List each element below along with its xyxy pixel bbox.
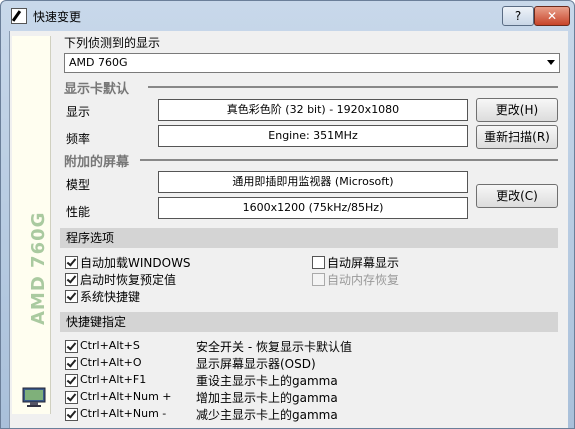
display-value-field: 真色彩色阶 (32 bit) - 1920x1080 — [158, 99, 468, 121]
checkbox-hotkey-decrease-gamma[interactable] — [65, 408, 78, 421]
frequency-value-field: Engine: 351MHz — [158, 125, 468, 147]
adapter-group-divider — [148, 86, 558, 88]
detected-label: 下列侦测到的显示 — [64, 36, 161, 50]
change-screen-button[interactable]: 更改(C) — [476, 184, 558, 208]
display-select-value: AMD 760G — [69, 56, 128, 69]
checkbox-autoload-windows[interactable] — [65, 256, 78, 269]
auto-osd-label: 自动屏幕显示 — [327, 256, 400, 270]
hotkey-description: 增加主显示卡上的gamma — [196, 391, 338, 405]
hotkey-description: 重设主显示卡上的gamma — [196, 374, 338, 388]
checkbox-restore-defaults[interactable] — [65, 273, 78, 286]
program-options-header: 程序选项 — [60, 228, 558, 248]
adapter-group-label: 显示卡默认 — [64, 82, 130, 97]
change-display-button[interactable]: 更改(H) — [476, 98, 558, 122]
performance-label: 性能 — [66, 205, 91, 219]
restore-defaults-label: 启动时恢复预定值 — [80, 273, 177, 287]
checkbox-hotkey-reset-gamma[interactable] — [65, 374, 78, 387]
checkbox-auto-memory-restore[interactable] — [312, 273, 325, 286]
performance-value-field: 1600x1200 (75kHz/85Hz) — [158, 197, 468, 219]
model-label: 模型 — [66, 178, 91, 192]
screen-group-divider — [140, 159, 558, 161]
hotkey-description: 显示屏幕显示器(OSD) — [196, 357, 316, 371]
hotkey-key: Ctrl+Alt+S — [80, 339, 140, 352]
checkbox-hotkey-safe[interactable] — [65, 340, 78, 353]
help-button[interactable]: ? — [502, 6, 534, 26]
checkbox-auto-osd[interactable] — [312, 256, 325, 269]
title-bar[interactable]: 快速变更 ? ✕ — [1, 1, 574, 31]
display-select[interactable]: AMD 760G — [64, 53, 560, 73]
autoload-windows-label: 自动加载WINDOWS — [80, 256, 191, 270]
app-icon — [11, 8, 27, 24]
hotkey-key: Ctrl+Alt+Num - — [80, 407, 167, 420]
dropdown-arrow-icon[interactable] — [547, 60, 555, 65]
rescan-button[interactable]: 重新扫描(R) — [476, 125, 558, 149]
checkbox-system-hotkeys[interactable] — [65, 290, 78, 303]
hotkey-key: Ctrl+Alt+Num + — [80, 390, 172, 403]
window-title: 快速变更 — [33, 10, 82, 24]
screen-group-label: 附加的屏幕 — [64, 155, 130, 170]
frequency-label: 频率 — [66, 132, 91, 146]
monitor-icon — [22, 387, 46, 407]
hotkeys-header: 快捷键指定 — [60, 312, 558, 332]
auto-memory-restore-label: 自动内存恢复 — [327, 273, 400, 287]
hotkey-key: Ctrl+Alt+O — [80, 356, 142, 369]
display-label: 显示 — [66, 105, 91, 119]
checkbox-hotkey-osd[interactable] — [65, 357, 78, 370]
close-button[interactable]: ✕ — [534, 6, 570, 26]
model-value-field: 通用即插即用监视器 (Microsoft) — [158, 171, 468, 193]
sidebar-brand-text: AMD 760G — [28, 211, 49, 325]
hotkey-description: 安全开关 - 恢复显示卡默认值 — [196, 340, 352, 354]
checkbox-hotkey-increase-gamma[interactable] — [65, 391, 78, 404]
hotkey-key: Ctrl+Alt+F1 — [80, 373, 147, 386]
hotkey-description: 减少主显示卡上的gamma — [196, 408, 338, 422]
system-hotkeys-label: 系统快捷键 — [80, 290, 141, 304]
